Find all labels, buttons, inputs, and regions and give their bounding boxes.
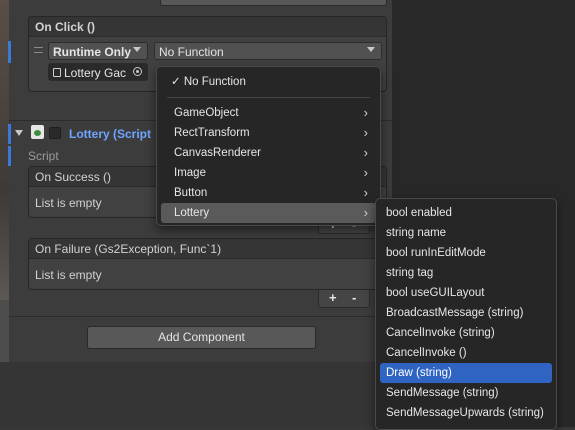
add-component-button[interactable]: Add Component xyxy=(87,326,316,349)
submenu-item-label: CancelInvoke () xyxy=(386,347,467,359)
submenu-item-label: string name xyxy=(386,227,447,239)
component-separator xyxy=(9,316,392,317)
script-field-label: Script xyxy=(28,149,59,163)
submenu-item-label: string tag xyxy=(386,267,434,279)
chevron-right-icon: › xyxy=(363,105,368,120)
on-failure-plus-button[interactable]: + xyxy=(329,290,337,305)
submenu-item[interactable]: CancelInvoke () xyxy=(380,343,552,363)
submenu-item[interactable]: bool runInEditMode xyxy=(380,243,552,263)
submenu-item-label: CancelInvoke (string) xyxy=(386,327,495,339)
foldout-arrow-icon[interactable] xyxy=(15,130,23,136)
function-menu: ✓ No Function GameObject › RectTransform ›… xyxy=(156,66,381,226)
menu-item-gameobject[interactable]: GameObject › xyxy=(161,103,376,123)
chevron-right-icon: › xyxy=(363,145,368,160)
menu-item-no-function-label: No Function xyxy=(183,76,246,88)
menu-item-lottery[interactable]: Lottery › xyxy=(161,203,376,223)
chevron-right-icon: › xyxy=(363,125,368,140)
submenu-item[interactable]: string name xyxy=(380,223,552,243)
menu-item-canvasrenderer[interactable]: CanvasRenderer › xyxy=(161,143,376,163)
submenu-item-label: bool enabled xyxy=(386,207,452,219)
lottery-submenu: bool enabled string name bool runInEditM… xyxy=(375,198,557,430)
submenu-item[interactable]: CancelInvoke (string) xyxy=(380,323,552,343)
on-click-title: On Click () xyxy=(35,20,96,34)
submenu-item-label: bool runInEditMode xyxy=(386,247,486,259)
modified-indicator xyxy=(8,124,11,144)
submenu-item-selected[interactable]: Draw (string) xyxy=(380,363,552,383)
menu-separator xyxy=(167,97,370,98)
runtime-dropdown[interactable]: Runtime Only xyxy=(48,42,148,60)
on-failure-minus-button[interactable]: - xyxy=(352,290,356,305)
chevron-down-icon xyxy=(133,47,141,52)
component-title: Lottery (Script xyxy=(69,127,152,141)
menu-item-label: Image xyxy=(174,167,206,179)
component-enabled-checkbox[interactable] xyxy=(49,127,61,139)
submenu-item[interactable]: BroadcastMessage (string) xyxy=(380,303,552,323)
on-failure-event: On Failure (Gs2Exception, Func`1) List i… xyxy=(28,238,387,290)
checkmark-icon: ✓ xyxy=(171,76,181,88)
add-component-label: Add Component xyxy=(158,330,245,344)
function-dropdown[interactable]: No Function xyxy=(154,42,382,60)
object-picker-icon[interactable] xyxy=(133,67,142,76)
on-success-title: On Success () xyxy=(35,170,112,184)
drag-handle-icon[interactable] xyxy=(34,47,43,53)
object-field[interactable]: Lottery Gac xyxy=(48,63,148,81)
submenu-item-label: Draw (string) xyxy=(386,367,452,379)
chevron-right-icon: › xyxy=(363,185,368,200)
on-failure-empty-text: List is empty xyxy=(35,268,102,282)
chevron-right-icon: › xyxy=(363,205,368,220)
script-component-icon xyxy=(31,125,44,139)
menu-item-label: RectTransform xyxy=(174,127,250,139)
menu-item-label: Lottery xyxy=(174,207,210,219)
submenu-item[interactable]: bool enabled xyxy=(380,203,552,223)
chevron-down-icon xyxy=(367,47,375,52)
chevron-right-icon: › xyxy=(363,165,368,180)
function-dropdown-label: No Function xyxy=(159,45,224,59)
submenu-item[interactable]: bool useGUILayout xyxy=(380,283,552,303)
submenu-item-label: bool useGUILayout xyxy=(386,287,485,299)
submenu-item-label: SendMessage (string) xyxy=(386,387,499,399)
submenu-item[interactable]: SendMessageUpwards (string) xyxy=(380,403,552,423)
gameobject-icon xyxy=(53,68,61,77)
menu-item-recttransform[interactable]: RectTransform › xyxy=(161,123,376,143)
on-click-header: On Click () xyxy=(29,17,386,37)
modified-indicator xyxy=(8,146,11,166)
modified-indicator xyxy=(8,41,11,63)
menu-item-button[interactable]: Button › xyxy=(161,183,376,203)
submenu-item[interactable]: string tag xyxy=(380,263,552,283)
on-success-empty-text: List is empty xyxy=(35,196,102,210)
submenu-item-label: SendMessageUpwards (string) xyxy=(386,407,544,419)
menu-item-image[interactable]: Image › xyxy=(161,163,376,183)
on-failure-title: On Failure (Gs2Exception, Func`1) xyxy=(35,242,222,256)
top-button-partial[interactable] xyxy=(160,0,387,6)
menu-item-label: GameObject xyxy=(174,107,239,119)
on-failure-buttons: + - xyxy=(318,290,370,308)
menu-item-no-function[interactable]: ✓ No Function xyxy=(161,72,376,92)
object-field-label: Lottery Gac xyxy=(64,66,127,80)
submenu-item[interactable]: SendMessage (string) xyxy=(380,383,552,403)
menu-item-label: CanvasRenderer xyxy=(174,147,261,159)
bottom-bar xyxy=(0,362,392,427)
submenu-item-label: BroadcastMessage (string) xyxy=(386,307,524,319)
runtime-dropdown-label: Runtime Only xyxy=(53,45,132,59)
menu-item-label: Button xyxy=(174,187,208,199)
on-failure-header: On Failure (Gs2Exception, Func`1) xyxy=(29,239,386,259)
